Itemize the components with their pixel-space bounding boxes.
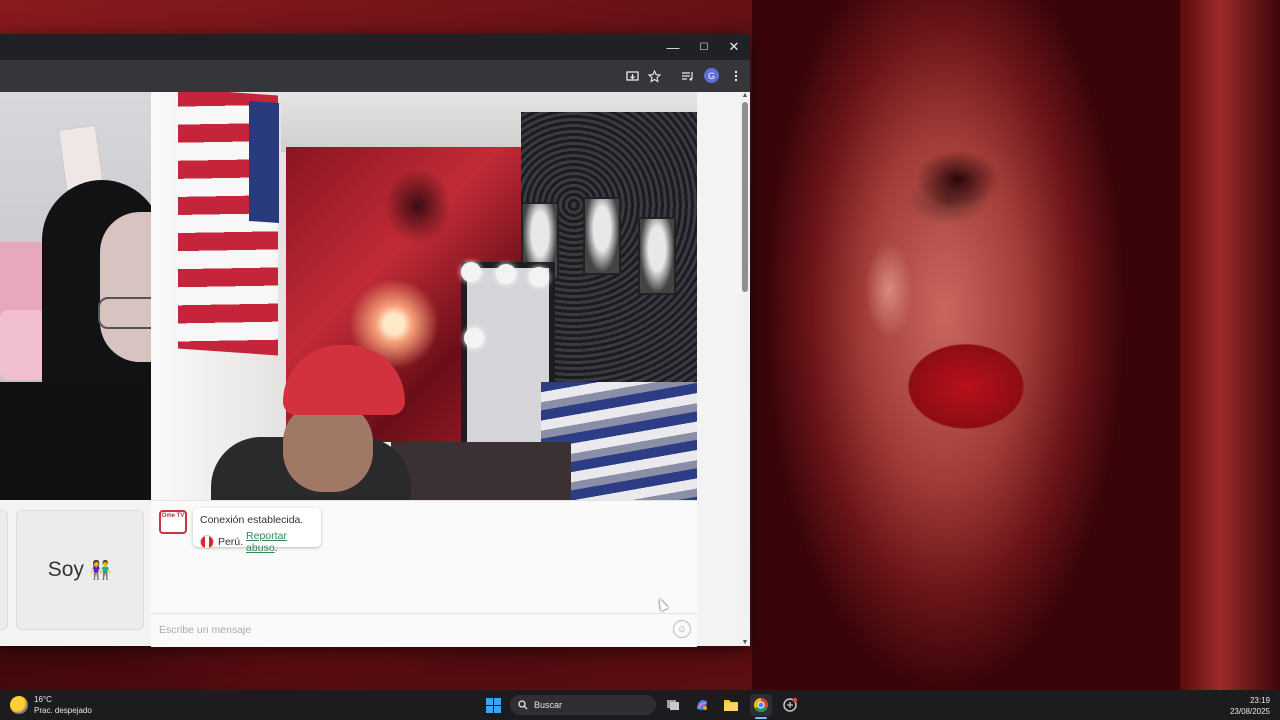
weather-desc: Prac. despejado — [34, 706, 92, 715]
mirror-bulb — [461, 262, 481, 282]
plush-toy — [0, 310, 46, 380]
partly-sunny-icon — [10, 696, 28, 714]
person-face — [283, 402, 373, 492]
copilot-icon[interactable] — [691, 694, 713, 716]
joker-poster — [638, 217, 676, 295]
message-input[interactable] — [157, 620, 661, 640]
mirror-bulb — [464, 328, 484, 348]
taskbar: 16°C Prac. despejado Buscar 23:19 23/08/… — [0, 690, 1280, 720]
search-label: Buscar — [534, 700, 563, 710]
search-box[interactable]: Buscar — [510, 695, 656, 715]
wallpaper-portrait-edge — [1180, 0, 1280, 690]
task-view-icon[interactable] — [662, 694, 684, 716]
clock-time: 23:19 — [1249, 696, 1270, 705]
profile-avatar[interactable]: G — [704, 68, 719, 83]
bookmark-star-icon[interactable] — [644, 66, 664, 86]
file-explorer-icon[interactable] — [720, 694, 742, 716]
search-icon — [518, 700, 528, 710]
chrome-icon[interactable] — [750, 694, 772, 716]
soy-card[interactable]: Soy 👫 — [16, 510, 144, 630]
scroll-up-arrow-icon[interactable]: ▲ — [741, 92, 749, 99]
install-app-icon[interactable] — [622, 66, 642, 86]
person-body — [0, 382, 151, 500]
system-clock[interactable]: 23:19 23/08/2025 — [1230, 695, 1270, 717]
report-suffix: . — [274, 542, 278, 554]
peru-flag-icon — [200, 535, 214, 549]
floor — [391, 442, 571, 500]
page-viewport: Soy 👫 Ome TV Conexión establecida. Perú.… — [0, 92, 740, 647]
title-bar[interactable]: — ☐ ✕ — [0, 34, 750, 60]
vertical-scrollbar[interactable]: ▲ ▼ — [740, 92, 750, 646]
partner-video-left — [0, 92, 151, 500]
report-abuse-link[interactable]: Reportar abuso — [246, 530, 287, 554]
joker-poster — [583, 197, 621, 275]
chat-panel: Ome TV Conexión establecida. Perú. Repor… — [151, 500, 697, 647]
weather-widget[interactable]: 16°C Prac. despejado — [10, 694, 92, 716]
minimize-button[interactable]: — — [658, 34, 688, 60]
flag-stars — [249, 100, 279, 224]
clock-date: 23/08/2025 — [1229, 707, 1270, 716]
person-face — [100, 212, 151, 362]
media-controls-icon[interactable] — [677, 66, 697, 86]
emoji-picker-icon[interactable]: ☺ — [673, 620, 691, 638]
wallpaper-portrait — [752, 0, 1180, 690]
mirror-bulb — [496, 264, 516, 284]
mirror-bulb — [529, 267, 549, 287]
browser-toolbar: G — [0, 60, 750, 92]
browser-window: — ☐ ✕ G Soy 👫 Ome TV Conexión establecid… — [0, 34, 750, 647]
active-app-indicator — [755, 717, 767, 719]
glasses — [98, 297, 151, 329]
country-line: Perú. Reportar abuso. — [200, 530, 321, 554]
partner-video-main — [151, 92, 697, 500]
country-name: Perú. — [217, 536, 244, 548]
windows-logo-icon — [485, 697, 501, 713]
gender-card-partial[interactable] — [0, 510, 8, 630]
close-button[interactable]: ✕ — [719, 34, 749, 60]
weather-temp: 16°C — [34, 695, 52, 704]
connection-message: Conexión establecida. — [200, 514, 304, 526]
start-button[interactable] — [482, 694, 504, 716]
ometv-logo-icon: Ome TV — [159, 510, 187, 534]
maximize-button[interactable]: ☐ — [689, 34, 719, 60]
couple-icon: 👫 — [89, 559, 113, 580]
soy-label: Soy — [47, 558, 84, 581]
message-input-bar: ☺ — [151, 613, 697, 644]
scroll-thumb[interactable] — [742, 102, 748, 292]
menu-dots-icon[interactable] — [726, 66, 746, 86]
extension-icon[interactable] — [779, 694, 801, 716]
scroll-down-arrow-icon[interactable]: ▼ — [741, 639, 749, 646]
system-message-bubble: Conexión establecida. Perú. Reportar abu… — [193, 508, 321, 554]
